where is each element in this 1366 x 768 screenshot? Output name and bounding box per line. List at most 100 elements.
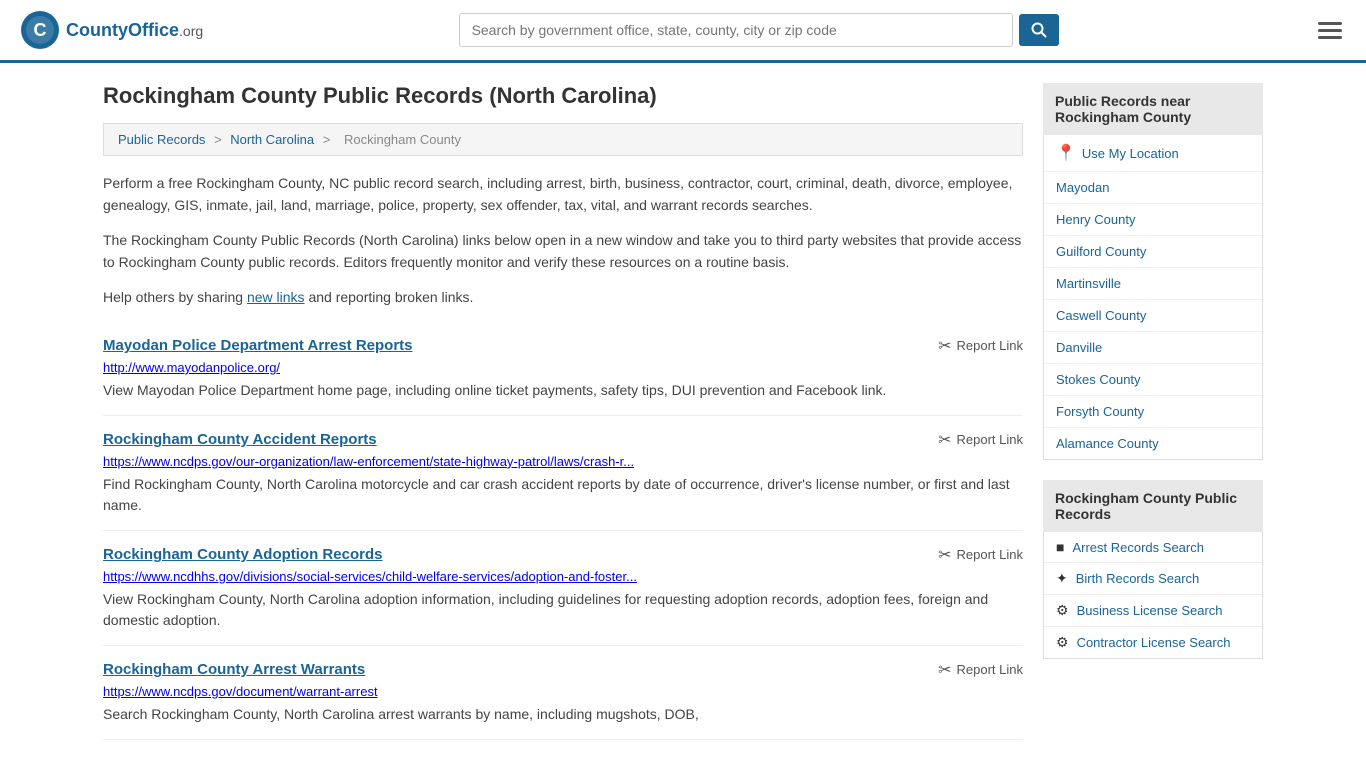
search-area bbox=[459, 13, 1059, 47]
report-link-label-1: Report Link bbox=[957, 432, 1023, 447]
report-icon-2: ✂ bbox=[938, 545, 951, 565]
record-url-link-3[interactable]: https://www.ncdps.gov/document/warrant-a… bbox=[103, 684, 378, 699]
breadcrumb-north-carolina[interactable]: North Carolina bbox=[230, 132, 314, 147]
record-url-2[interactable]: https://www.ncdhhs.gov/divisions/social-… bbox=[103, 569, 1023, 584]
nearby-place-link-0[interactable]: Mayodan bbox=[1056, 180, 1109, 195]
records-link-1[interactable]: ✦ Birth Records Search bbox=[1044, 563, 1262, 595]
nearby-header: Public Records near Rockingham County bbox=[1043, 83, 1263, 135]
record-url-3[interactable]: https://www.ncdps.gov/document/warrant-a… bbox=[103, 684, 1023, 699]
main-container: Rockingham County Public Records (North … bbox=[83, 63, 1283, 760]
record-url-link-2[interactable]: https://www.ncdhhs.gov/divisions/social-… bbox=[103, 569, 637, 584]
birth-icon: ✦ bbox=[1056, 570, 1068, 587]
report-icon-1: ✂ bbox=[938, 430, 951, 450]
nearby-place-0[interactable]: Mayodan bbox=[1044, 172, 1262, 204]
description: Perform a free Rockingham County, NC pub… bbox=[103, 172, 1023, 308]
new-links-link[interactable]: new links bbox=[247, 289, 305, 305]
use-my-location-item[interactable]: 📍 Use My Location bbox=[1044, 135, 1262, 172]
nearby-place-2[interactable]: Guilford County bbox=[1044, 236, 1262, 268]
record-header-2: Rockingham County Adoption Records ✂ Rep… bbox=[103, 545, 1023, 565]
records-link-3[interactable]: ⚙ Contractor License Search bbox=[1044, 627, 1262, 658]
nearby-place-3[interactable]: Martinsville bbox=[1044, 268, 1262, 300]
nearby-place-link-2[interactable]: Guilford County bbox=[1056, 244, 1146, 259]
search-icon bbox=[1031, 22, 1047, 38]
desc-para-1: Perform a free Rockingham County, NC pub… bbox=[103, 172, 1023, 217]
nearby-list: 📍 Use My Location Mayodan Henry County G… bbox=[1043, 135, 1263, 460]
arrest-icon: ■ bbox=[1056, 539, 1064, 555]
content-area: Rockingham County Public Records (North … bbox=[103, 83, 1023, 740]
arrest-records-link[interactable]: Arrest Records Search bbox=[1072, 540, 1204, 555]
nearby-place-7[interactable]: Forsyth County bbox=[1044, 396, 1262, 428]
report-icon-3: ✂ bbox=[938, 660, 951, 680]
logo-text: CountyOffice.org bbox=[66, 20, 203, 41]
records-section: Rockingham County Public Records ■ Arres… bbox=[1043, 480, 1263, 659]
report-link-label-2: Report Link bbox=[957, 547, 1023, 562]
record-header-1: Rockingham County Accident Reports ✂ Rep… bbox=[103, 430, 1023, 450]
record-item-2: Rockingham County Adoption Records ✂ Rep… bbox=[103, 531, 1023, 646]
record-url-link-1[interactable]: https://www.ncdps.gov/our-organization/l… bbox=[103, 454, 634, 469]
birth-records-link[interactable]: Birth Records Search bbox=[1076, 571, 1200, 586]
breadcrumb-current: Rockingham County bbox=[344, 132, 461, 147]
nearby-place-4[interactable]: Caswell County bbox=[1044, 300, 1262, 332]
records-link-0[interactable]: ■ Arrest Records Search bbox=[1044, 532, 1262, 563]
nearby-place-link-4[interactable]: Caswell County bbox=[1056, 308, 1146, 323]
menu-icon bbox=[1318, 22, 1342, 25]
record-title-3[interactable]: Rockingham County Arrest Warrants bbox=[103, 661, 365, 678]
nearby-place-5[interactable]: Danville bbox=[1044, 332, 1262, 364]
records-links-list: ■ Arrest Records Search ✦ Birth Records … bbox=[1043, 532, 1263, 659]
nearby-place-link-1[interactable]: Henry County bbox=[1056, 212, 1135, 227]
record-url-link-0[interactable]: http://www.mayodanpolice.org/ bbox=[103, 360, 280, 375]
record-item-3: Rockingham County Arrest Warrants ✂ Repo… bbox=[103, 646, 1023, 740]
page-title: Rockingham County Public Records (North … bbox=[103, 83, 1023, 109]
breadcrumb-sep-1: > bbox=[214, 132, 225, 147]
business-icon: ⚙ bbox=[1056, 602, 1069, 619]
nearby-place-link-6[interactable]: Stokes County bbox=[1056, 372, 1141, 387]
record-item-1: Rockingham County Accident Reports ✂ Rep… bbox=[103, 416, 1023, 531]
nearby-place-link-5[interactable]: Danville bbox=[1056, 340, 1102, 355]
report-link-label-0: Report Link bbox=[957, 338, 1023, 353]
report-link-1[interactable]: ✂ Report Link bbox=[938, 430, 1023, 450]
record-url-0[interactable]: http://www.mayodanpolice.org/ bbox=[103, 360, 1023, 375]
nearby-place-link-8[interactable]: Alamance County bbox=[1056, 436, 1159, 451]
breadcrumb: Public Records > North Carolina > Rockin… bbox=[103, 123, 1023, 156]
record-item-0: Mayodan Police Department Arrest Reports… bbox=[103, 322, 1023, 416]
record-desc-1: Find Rockingham County, North Carolina m… bbox=[103, 474, 1023, 516]
desc-para-2: The Rockingham County Public Records (No… bbox=[103, 229, 1023, 274]
record-header-3: Rockingham County Arrest Warrants ✂ Repo… bbox=[103, 660, 1023, 680]
search-input[interactable] bbox=[459, 13, 1013, 47]
report-icon-0: ✂ bbox=[938, 336, 951, 356]
sidebar: Public Records near Rockingham County 📍 … bbox=[1043, 83, 1263, 740]
record-title-0[interactable]: Mayodan Police Department Arrest Reports bbox=[103, 337, 413, 354]
menu-button[interactable] bbox=[1314, 14, 1346, 47]
record-header-0: Mayodan Police Department Arrest Reports… bbox=[103, 336, 1023, 356]
records-link-2[interactable]: ⚙ Business License Search bbox=[1044, 595, 1262, 627]
report-link-0[interactable]: ✂ Report Link bbox=[938, 336, 1023, 356]
report-link-3[interactable]: ✂ Report Link bbox=[938, 660, 1023, 680]
header: C CountyOffice.org bbox=[0, 0, 1366, 63]
record-desc-3: Search Rockingham County, North Carolina… bbox=[103, 704, 1023, 725]
report-link-label-3: Report Link bbox=[957, 662, 1023, 677]
nearby-place-6[interactable]: Stokes County bbox=[1044, 364, 1262, 396]
contractor-icon: ⚙ bbox=[1056, 634, 1069, 651]
nearby-place-link-3[interactable]: Martinsville bbox=[1056, 276, 1121, 291]
report-link-2[interactable]: ✂ Report Link bbox=[938, 545, 1023, 565]
logo-icon: C bbox=[20, 10, 60, 50]
menu-icon bbox=[1318, 36, 1342, 39]
menu-icon bbox=[1318, 29, 1342, 32]
desc-para-3-after: and reporting broken links. bbox=[305, 289, 474, 305]
record-title-1[interactable]: Rockingham County Accident Reports bbox=[103, 431, 377, 448]
records-list: Mayodan Police Department Arrest Reports… bbox=[103, 322, 1023, 740]
use-my-location-link[interactable]: Use My Location bbox=[1082, 146, 1179, 161]
nearby-place-link-7[interactable]: Forsyth County bbox=[1056, 404, 1144, 419]
contractor-license-link[interactable]: Contractor License Search bbox=[1077, 635, 1231, 650]
breadcrumb-sep-2: > bbox=[323, 132, 334, 147]
breadcrumb-public-records[interactable]: Public Records bbox=[118, 132, 205, 147]
record-desc-2: View Rockingham County, North Carolina a… bbox=[103, 589, 1023, 631]
nearby-place-1[interactable]: Henry County bbox=[1044, 204, 1262, 236]
record-url-1[interactable]: https://www.ncdps.gov/our-organization/l… bbox=[103, 454, 1023, 469]
nearby-place-8[interactable]: Alamance County bbox=[1044, 428, 1262, 459]
record-title-2[interactable]: Rockingham County Adoption Records bbox=[103, 546, 382, 563]
search-button[interactable] bbox=[1019, 14, 1059, 46]
logo-area: C CountyOffice.org bbox=[20, 10, 203, 50]
desc-para-3: Help others by sharing new links and rep… bbox=[103, 286, 1023, 308]
business-license-link[interactable]: Business License Search bbox=[1077, 603, 1223, 618]
